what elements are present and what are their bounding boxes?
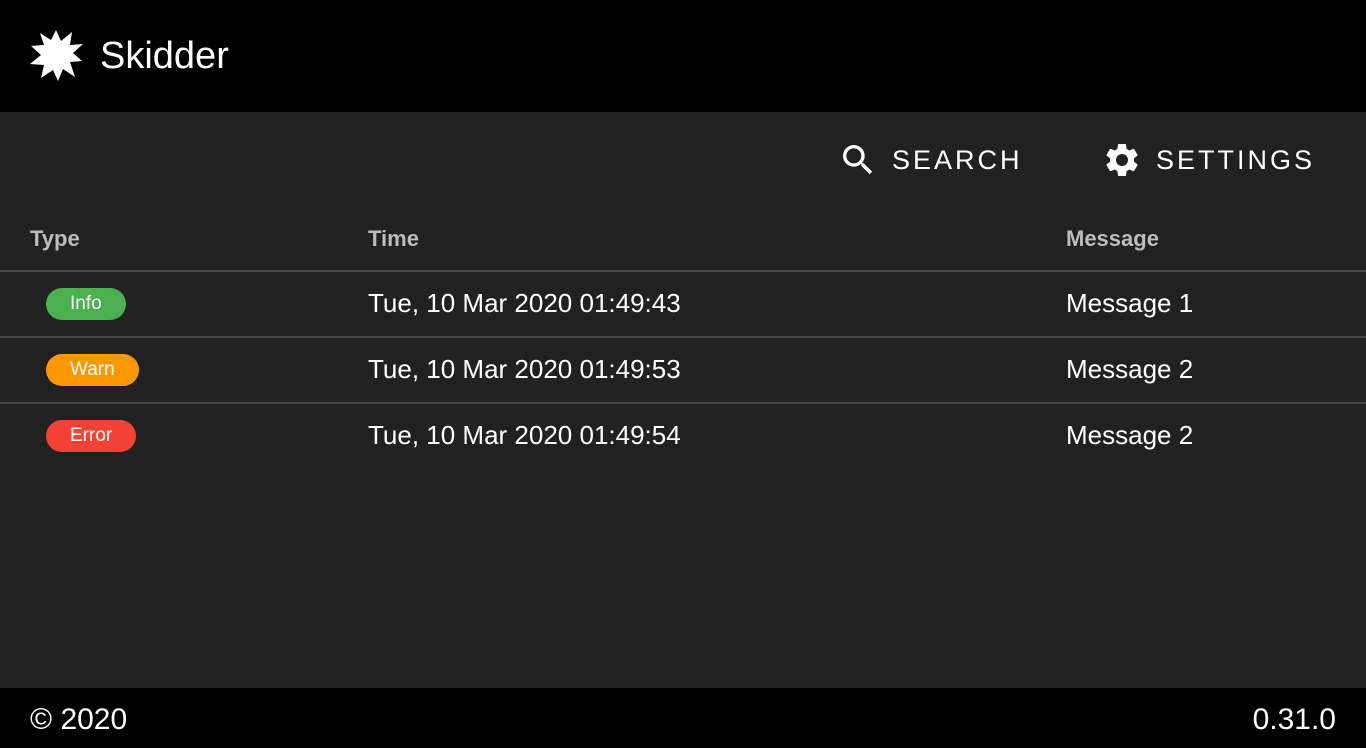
log-table: Type Time Message Info Tue, 10 Mar 2020 …: [0, 208, 1366, 468]
type-badge-warn: Warn: [46, 354, 139, 386]
time-cell: Tue, 10 Mar 2020 01:49:53: [368, 354, 681, 384]
settings-button[interactable]: SETTINGS: [1102, 138, 1315, 182]
splat-logo-icon: [30, 30, 83, 81]
app-root: Skidder SEARCH SETTINGS Type Time Messag…: [0, 0, 1366, 748]
search-icon: [843, 145, 873, 175]
footer: © 2020 0.31.0: [0, 688, 1366, 748]
table-row[interactable]: Info Tue, 10 Mar 2020 01:49:43 Message 1: [0, 272, 1366, 338]
toolbar: SEARCH SETTINGS: [0, 112, 1366, 208]
time-cell: Tue, 10 Mar 2020 01:49:43: [368, 288, 681, 318]
column-header-message[interactable]: Message: [1066, 226, 1159, 252]
message-cell: Message 2: [1066, 420, 1194, 450]
app-title: Skidder: [100, 35, 229, 77]
type-badge-error: Error: [46, 420, 137, 452]
table-row[interactable]: Warn Tue, 10 Mar 2020 01:49:53 Message 2: [0, 338, 1366, 404]
column-header-time[interactable]: Time: [368, 226, 419, 252]
version-text: 0.31.0: [1252, 703, 1336, 736]
search-button-label: SEARCH: [892, 145, 1023, 175]
type-badge-info: Info: [46, 288, 126, 320]
copyright-text: © 2020: [30, 703, 128, 736]
settings-button-label: SETTINGS: [1156, 145, 1316, 175]
table-header: Type Time Message: [0, 208, 1366, 272]
search-button[interactable]: SEARCH: [838, 138, 1023, 182]
message-cell: Message 1: [1066, 288, 1194, 318]
time-cell: Tue, 10 Mar 2020 01:49:54: [368, 420, 681, 450]
gear-icon: [1106, 143, 1138, 176]
table-row[interactable]: Error Tue, 10 Mar 2020 01:49:54 Message …: [0, 404, 1366, 468]
column-header-type[interactable]: Type: [30, 226, 80, 252]
app-bar: Skidder: [0, 0, 1366, 112]
message-cell: Message 2: [1066, 354, 1194, 384]
